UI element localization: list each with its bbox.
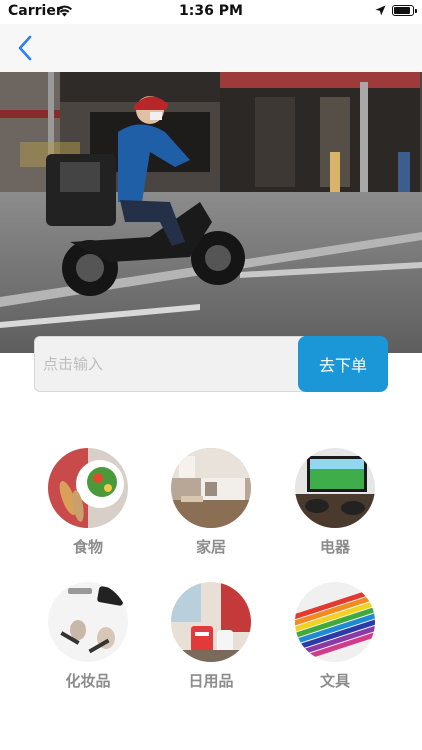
category-food[interactable]: 食物 xyxy=(40,448,136,557)
category-stationery[interactable]: 文具 xyxy=(287,582,383,691)
navigation-bar xyxy=(0,24,422,72)
category-label: 食物 xyxy=(72,538,103,556)
category-label: 文具 xyxy=(319,672,350,690)
home-photo-icon xyxy=(171,448,251,528)
hero-banner-image xyxy=(0,72,422,353)
category-label: 电器 xyxy=(319,538,350,556)
category-home[interactable]: 家居 xyxy=(163,448,259,557)
category-label: 化妆品 xyxy=(65,672,111,690)
daily-goods-photo-icon xyxy=(171,582,251,662)
stationery-photo-icon xyxy=(295,582,375,662)
back-chevron-icon[interactable] xyxy=(14,34,38,62)
category-daily-goods[interactable]: 日用品 xyxy=(163,582,259,691)
category-label: 日用品 xyxy=(188,672,234,690)
status-bar: Carrier 1:36 PM xyxy=(0,0,422,24)
category-label: 家居 xyxy=(195,538,226,556)
order-search-bar: 去下单 xyxy=(34,336,388,392)
food-photo-icon xyxy=(48,448,128,528)
category-cosmetics[interactable]: 化妆品 xyxy=(40,582,136,691)
category-electronics[interactable]: 电器 xyxy=(287,448,383,557)
order-search-input[interactable] xyxy=(34,336,304,392)
place-order-button[interactable]: 去下单 xyxy=(298,336,388,392)
electronics-photo-icon xyxy=(295,448,375,528)
status-time: 1:36 PM xyxy=(179,3,243,19)
cosmetics-photo-icon xyxy=(48,582,128,662)
location-arrow-icon xyxy=(375,5,386,16)
battery-icon xyxy=(392,5,417,16)
